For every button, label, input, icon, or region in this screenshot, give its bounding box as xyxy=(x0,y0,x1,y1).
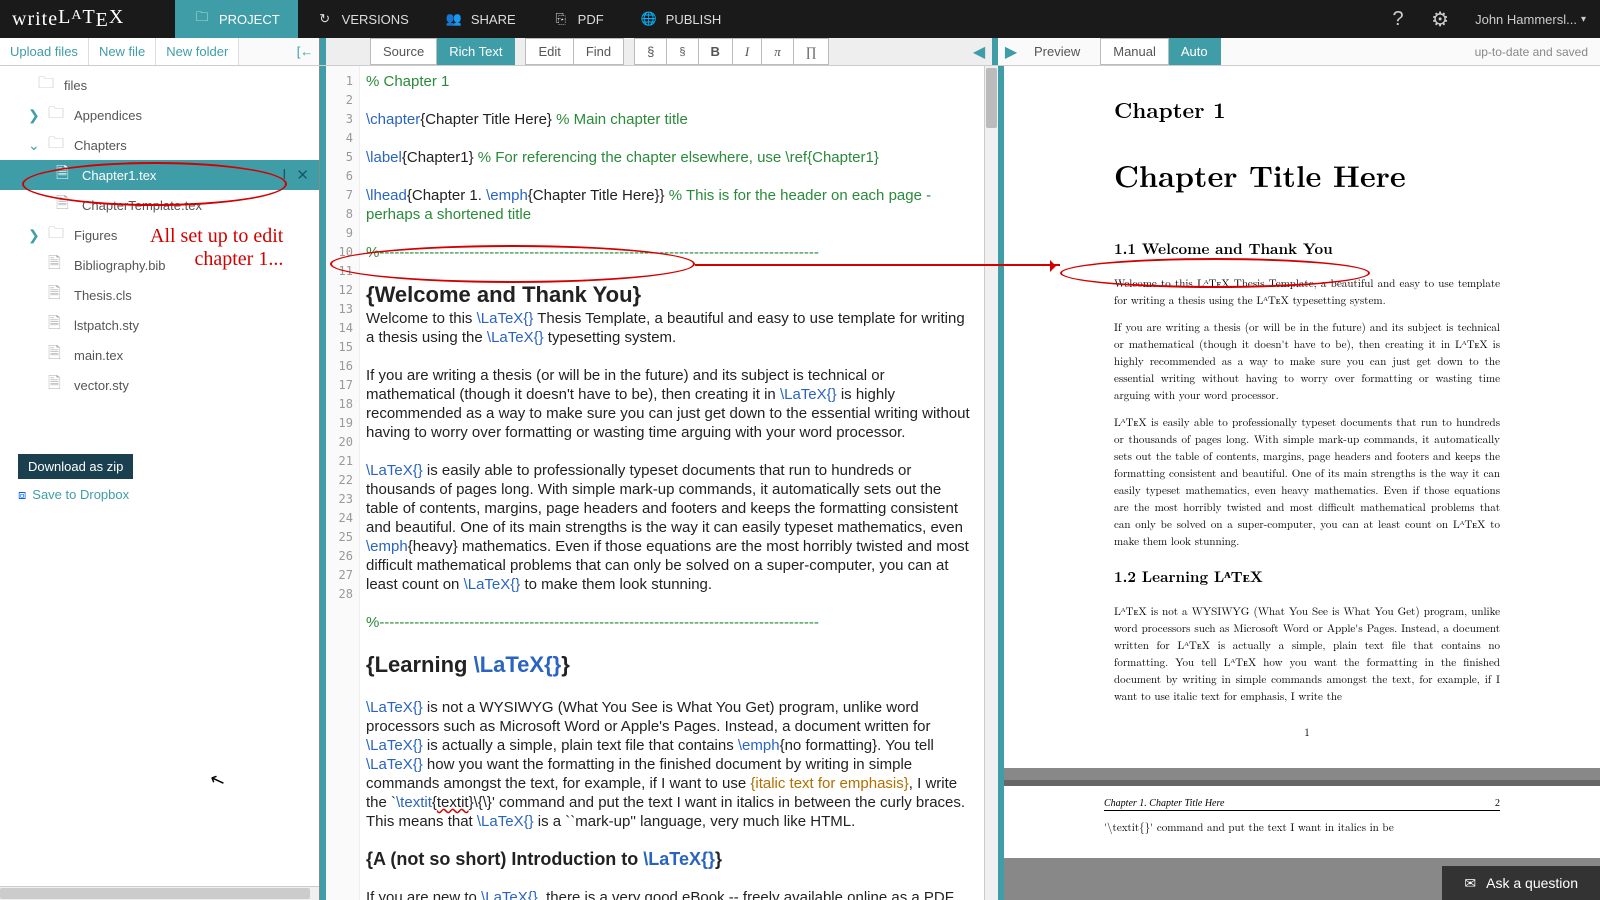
delete-icon[interactable]: ✕ xyxy=(296,166,309,184)
subsection-button[interactable]: § xyxy=(667,38,698,65)
preview-chapter-number: Chapter 1 xyxy=(1114,94,1500,125)
tree-file-chaptertemplate[interactable]: 🗎ChapterTemplate.tex xyxy=(0,190,319,220)
pdf-tab[interactable]: ⎘PDF xyxy=(534,0,622,38)
file-icon: 🗎 xyxy=(48,252,68,279)
history-icon: ↻ xyxy=(316,10,334,28)
rename-icon[interactable]: I xyxy=(282,166,286,184)
settings-button[interactable]: ⚙ xyxy=(1419,0,1461,38)
chevron-down-icon: ⌄ xyxy=(28,137,42,154)
new-file-button[interactable]: New file xyxy=(89,38,156,65)
preview-paragraph: Welcome to this LᴬTᴇX Thesis Template, a… xyxy=(1114,275,1500,309)
section-button[interactable]: § xyxy=(634,38,667,65)
folder-icon: 🗀 xyxy=(48,222,68,249)
preview-chapter-title: Chapter Title Here xyxy=(1114,153,1500,196)
file-icon: 🗎 xyxy=(48,372,68,399)
source-mode-button[interactable]: Source xyxy=(370,38,437,65)
bold-button[interactable]: B xyxy=(699,38,733,65)
manual-compile-button[interactable]: Manual xyxy=(1100,38,1169,65)
versions-tab[interactable]: ↻VERSIONS xyxy=(298,0,427,38)
upload-files-button[interactable]: Upload files xyxy=(0,38,89,65)
dropbox-icon: ⧈ xyxy=(18,487,26,503)
pdf-preview[interactable]: Chapter 1 Chapter Title Here 1.1 Welcome… xyxy=(1004,66,1600,900)
help-button[interactable]: ? xyxy=(1377,0,1419,38)
tree-file-main[interactable]: 🗎main.tex xyxy=(0,340,319,370)
chevron-right-icon: ▶ xyxy=(1005,42,1017,62)
compile-status: up-to-date and saved xyxy=(1463,38,1600,65)
folder-icon: 🗀 xyxy=(193,10,211,28)
tree-file-vector[interactable]: 🗎vector.sty xyxy=(0,370,319,400)
collapse-left-icon: [← xyxy=(297,44,314,59)
file-icon: 🗎 xyxy=(48,282,68,309)
display-math-button[interactable]: ∏ xyxy=(794,38,830,65)
auto-compile-button[interactable]: Auto xyxy=(1169,38,1221,65)
file-icon: 🗎 xyxy=(48,312,68,339)
mail-icon: ✉ xyxy=(1464,875,1476,892)
preview-section-1: 1.1 Welcome and Thank You xyxy=(1114,238,1500,259)
ask-question-button[interactable]: ✉Ask a question xyxy=(1442,866,1600,900)
share-icon: 👥 xyxy=(445,10,463,28)
line-number-gutter: 1234567891011121314151617181920212223242… xyxy=(326,66,360,900)
tree-folder-chapters[interactable]: ⌄🗀Chapters xyxy=(0,130,319,160)
collapse-sidebar-button[interactable]: [← xyxy=(291,38,319,65)
preview-paragraph: LᴬTᴇX is not a WYSIWYG (What You See is … xyxy=(1114,603,1500,705)
pdf-icon: ⎘ xyxy=(552,10,570,28)
code-editor[interactable]: % Chapter 1 \chapter{Chapter Title Here}… xyxy=(360,66,984,900)
publish-tab[interactable]: 🌐PUBLISH xyxy=(622,0,740,38)
preview-collapse-left-button[interactable]: ▶ xyxy=(998,38,1024,65)
save-dropbox-button[interactable]: ⧈Save to Dropbox xyxy=(18,487,129,503)
tree-folder-appendices[interactable]: ❯🗀Appendices xyxy=(0,100,319,130)
preview-page-number: 1 xyxy=(1114,725,1500,740)
chevron-right-icon: ❯ xyxy=(28,227,42,244)
download-zip-button[interactable]: Download as zip xyxy=(18,454,133,479)
file-icon: 🗎 xyxy=(56,162,76,189)
user-menu[interactable]: John Hammersl...▾ xyxy=(1461,0,1600,38)
folder-icon: 🗀 xyxy=(38,72,58,99)
gear-icon: ⚙ xyxy=(1431,7,1449,32)
share-tab[interactable]: 👥SHARE xyxy=(427,0,534,38)
editor-v-scrollbar[interactable] xyxy=(984,66,998,900)
preview-label: Preview xyxy=(1024,38,1090,65)
preview-section-2: 1.2 Learning LᴬTᴇX xyxy=(1114,566,1500,587)
chevron-left-icon: ◀ xyxy=(973,42,985,62)
editor-collapse-right-button[interactable]: ◀ xyxy=(966,38,992,65)
preview-paragraph: '\textit{}' command and put the text I w… xyxy=(1104,819,1500,836)
file-icon: 🗎 xyxy=(48,342,68,369)
file-icon: 🗎 xyxy=(56,192,76,219)
file-tree[interactable]: 🗀files ❯🗀Appendices ⌄🗀Chapters 🗎Chapter1… xyxy=(0,66,319,444)
inline-math-button[interactable]: π xyxy=(762,38,794,65)
edit-menu-button[interactable]: Edit xyxy=(525,38,573,65)
tree-root-files[interactable]: 🗀files xyxy=(0,70,319,100)
globe-icon: 🌐 xyxy=(640,10,658,28)
tree-file-lstpatch[interactable]: 🗎lstpatch.sty xyxy=(0,310,319,340)
richtext-mode-button[interactable]: Rich Text xyxy=(437,38,515,65)
italic-button[interactable]: I xyxy=(733,38,762,65)
tree-folder-figures[interactable]: ❯🗀Figures xyxy=(0,220,319,250)
tree-file-bibliography[interactable]: 🗎Bibliography.bib xyxy=(0,250,319,280)
folder-icon: 🗀 xyxy=(48,132,68,159)
chevron-right-icon: ❯ xyxy=(28,107,42,124)
sidebar-h-scrollbar[interactable] xyxy=(0,886,319,900)
tree-file-thesis-cls[interactable]: 🗎Thesis.cls xyxy=(0,280,319,310)
help-icon: ? xyxy=(1393,8,1404,31)
folder-icon: 🗀 xyxy=(48,102,68,129)
project-tab[interactable]: 🗀PROJECT xyxy=(175,0,298,38)
tree-file-chapter1[interactable]: 🗎Chapter1.texI✕ xyxy=(0,160,319,190)
new-folder-button[interactable]: New folder xyxy=(156,38,239,65)
preview-paragraph: LᴬTᴇX is easily able to professionally t… xyxy=(1114,414,1500,550)
find-button[interactable]: Find xyxy=(574,38,624,65)
chevron-down-icon: ▾ xyxy=(1581,14,1586,25)
preview-paragraph: If you are writing a thesis (or will be … xyxy=(1114,319,1500,404)
app-logo: writeLATEX xyxy=(0,0,175,38)
